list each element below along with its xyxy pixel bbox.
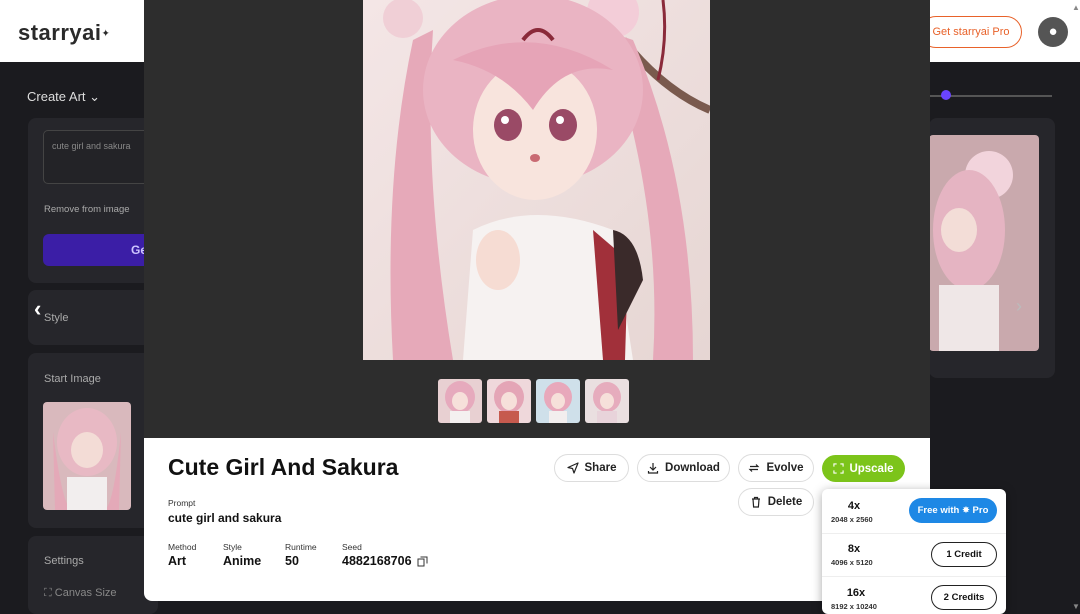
delete-button[interactable]: Delete <box>738 488 814 516</box>
previous-arrow-icon[interactable]: ‹ <box>34 296 41 322</box>
prompt-input[interactable]: cute girl and sakura <box>43 130 153 184</box>
start-image-thumbnail[interactable] <box>43 402 131 510</box>
upscale-button[interactable]: Upscale <box>822 455 905 482</box>
evolve-button[interactable]: Evolve <box>738 454 814 482</box>
free-with-pro-button[interactable]: Free with ✸ Pro <box>909 498 997 523</box>
logo-spark-icon: ✦ <box>101 28 111 40</box>
variation-thumbnail[interactable] <box>487 379 531 423</box>
upscale-option-4x[interactable]: 4x <box>829 500 879 512</box>
gallery-image[interactable] <box>929 135 1039 351</box>
method-label: Method <box>168 542 197 552</box>
canvas-size-label[interactable]: ⛶ Canvas Size <box>44 587 117 600</box>
evolve-label: Evolve <box>766 462 804 474</box>
send-icon <box>566 462 579 474</box>
share-label: Share <box>584 462 617 474</box>
scroll-up-icon[interactable]: ▲ <box>1072 3 1080 12</box>
two-credits-button[interactable]: 2 Credits <box>931 585 997 610</box>
start-image-label: Start Image <box>44 373 101 385</box>
upscale-option-8x-resolution: 4096 x 5120 <box>831 558 873 567</box>
prompt-value: cute girl and sakura <box>168 511 282 525</box>
remove-from-image-label[interactable]: Remove from image <box>44 204 130 215</box>
upscale-option-4x-resolution: 2048 x 2560 <box>831 515 873 524</box>
slider-handle[interactable] <box>941 90 951 100</box>
upscale-option-16x[interactable]: 16x <box>831 587 881 599</box>
prompt-input-text: cute girl and sakura <box>52 141 131 151</box>
main-artwork-image[interactable] <box>363 0 710 360</box>
prompt-label: Prompt <box>168 498 196 508</box>
generate-button[interactable]: Ge <box>43 234 153 266</box>
settings-card <box>28 536 158 614</box>
share-button[interactable]: Share <box>554 454 629 482</box>
upscale-option-8x[interactable]: 8x <box>829 543 879 555</box>
download-icon <box>647 463 659 474</box>
expand-icon <box>833 463 845 474</box>
copy-icon[interactable] <box>417 556 428 567</box>
logo[interactable]: starryai✦ <box>18 20 110 46</box>
menu-divider <box>822 576 1006 577</box>
create-art-menu[interactable]: Create Art ⌄ <box>27 89 100 105</box>
method-value: Art <box>168 554 187 568</box>
get-pro-button[interactable]: Get starryai Pro <box>920 16 1022 48</box>
delete-label: Delete <box>767 496 803 508</box>
user-avatar-icon[interactable]: ● <box>1038 17 1068 47</box>
runtime-label: Runtime <box>285 542 317 552</box>
upscale-option-16x-resolution: 8192 x 10240 <box>831 602 877 611</box>
download-button[interactable]: Download <box>637 454 730 482</box>
next-arrow-icon[interactable]: › <box>1016 296 1022 317</box>
style-meta-value: Anime <box>223 554 262 568</box>
scroll-down-icon[interactable]: ▼ <box>1072 602 1080 611</box>
menu-divider <box>822 533 1006 534</box>
logo-text: starryai <box>18 20 102 45</box>
trash-icon <box>751 496 760 508</box>
settings-label: Settings <box>44 555 84 567</box>
style-meta-label: Style <box>223 542 242 552</box>
seed-value: 4882168706 <box>342 554 412 568</box>
variation-thumbnail[interactable] <box>536 379 580 423</box>
repeat-icon <box>749 464 760 472</box>
artwork-title: Cute Girl And Sakura <box>168 454 399 480</box>
runtime-value: 50 <box>285 554 299 568</box>
upscale-label: Upscale <box>849 462 894 475</box>
variation-thumbnail[interactable] <box>438 379 482 423</box>
variation-thumbnail[interactable] <box>585 379 629 423</box>
style-label: Style <box>44 312 69 324</box>
one-credit-button[interactable]: 1 Credit <box>931 542 997 567</box>
seed-label: Seed <box>342 542 362 552</box>
download-label: Download <box>665 462 720 474</box>
